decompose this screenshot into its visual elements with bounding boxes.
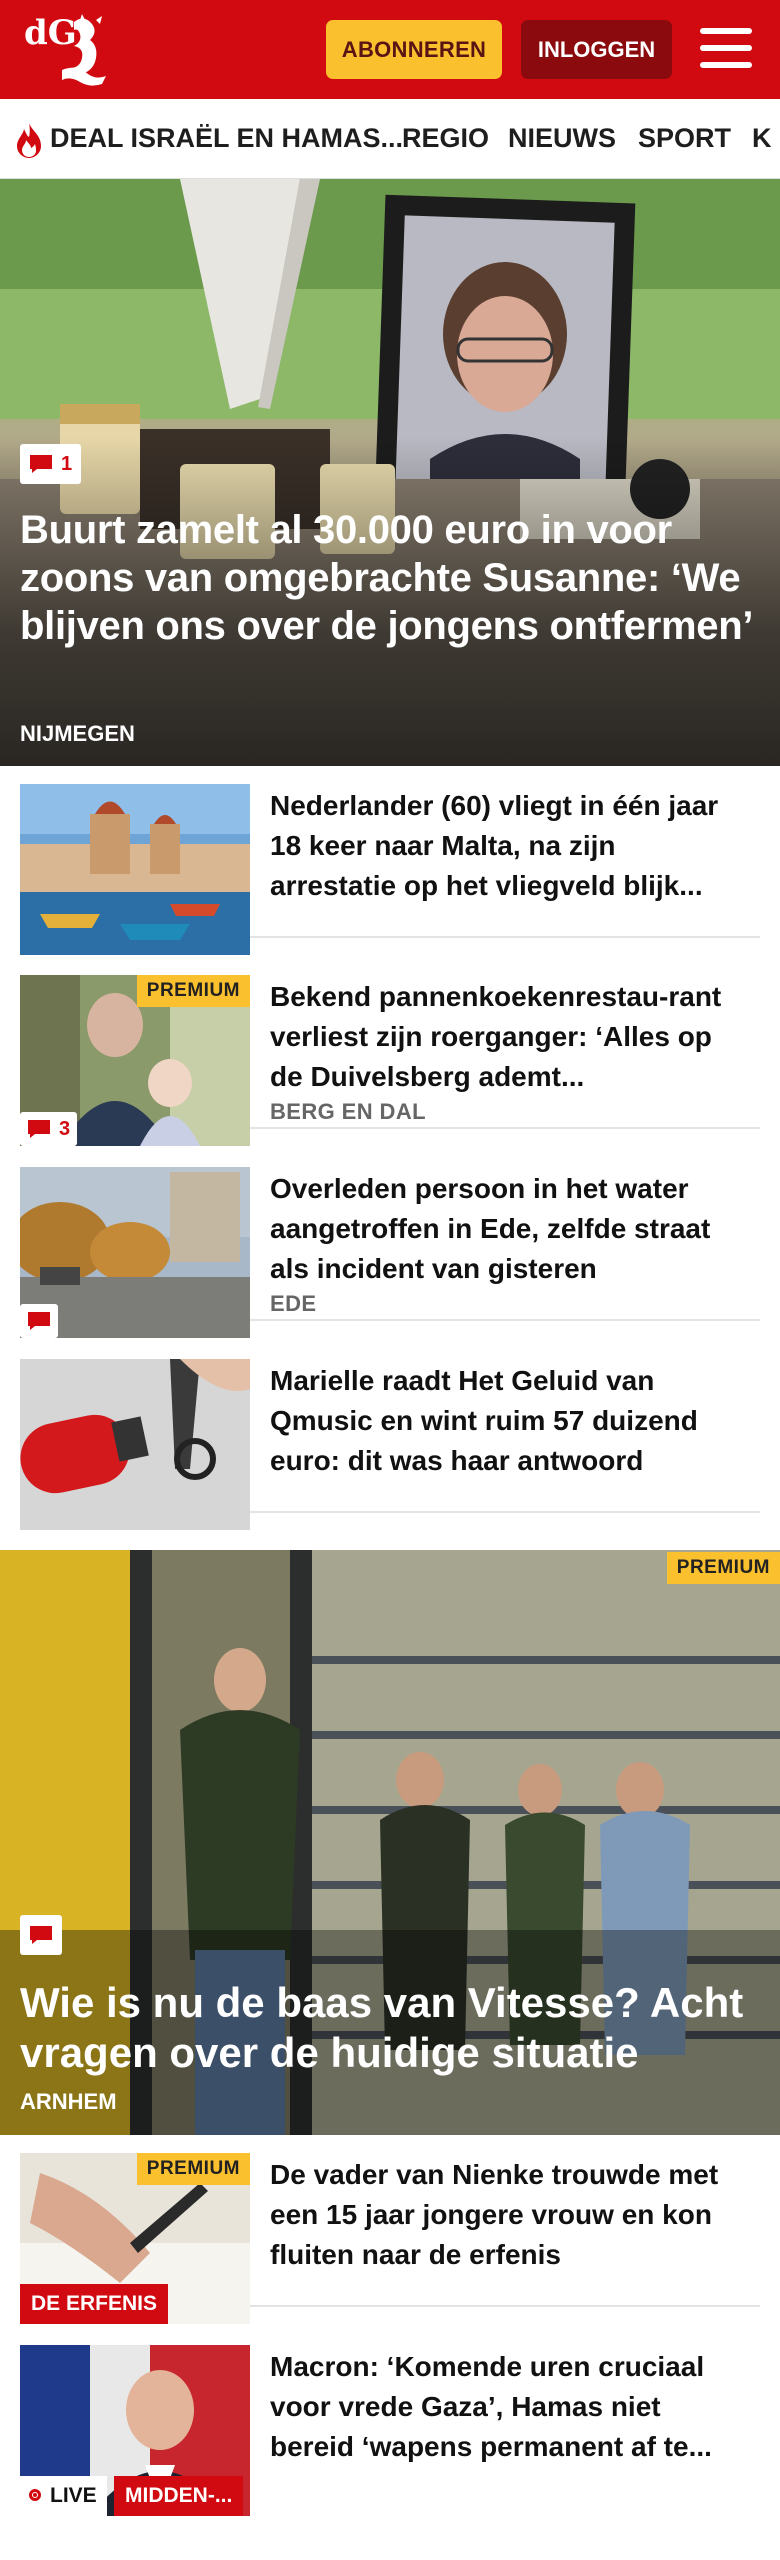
live-badge: LIVE (20, 2476, 107, 2516)
article-location: EDE (270, 1291, 317, 1316)
article-headline[interactable]: Bekend pannenkoekenrestau-rant verliest … (270, 977, 740, 1097)
article-headline[interactable]: De vader van Nienke trouwde met een 15 j… (270, 2155, 740, 2275)
article-headline[interactable]: Overleden persoon in het water aangetrof… (270, 1169, 740, 1289)
article-headline[interactable]: Macron: ‘Komende uren cruciaal voor vred… (270, 2347, 740, 2467)
comment-icon (28, 1312, 50, 1330)
nav-item-deal-israel[interactable]: DEAL ISRAËL EN HAMAS... (50, 123, 403, 154)
section-nav: DEAL ISRAËL EN HAMAS... REGIO NIEUWS SPO… (0, 99, 780, 179)
topic-tag[interactable]: DE ERFENIS (20, 2284, 169, 2324)
comment-count-badge: 3 (20, 1112, 78, 1146)
comment-count-badge (20, 1915, 62, 1955)
login-button[interactable]: INLOGGEN (521, 20, 672, 79)
nav-item-sport[interactable]: SPORT (638, 123, 731, 154)
comment-icon (30, 1926, 52, 1944)
premium-badge: PREMIUM (136, 2153, 250, 2185)
hamburger-menu-icon[interactable] (700, 26, 752, 70)
hero-article[interactable]: 1 Buurt zamelt al 30.000 euro in voor zo… (0, 179, 780, 766)
article-thumbnail (20, 784, 250, 955)
flame-icon (17, 123, 41, 158)
comment-icon (30, 455, 52, 473)
list-item[interactable]: Nederlander (60) vliegt in één jaar 18 k… (20, 766, 760, 955)
nav-item-k[interactable]: K (752, 123, 772, 154)
article-headline[interactable]: Nederlander (60) vliegt in één jaar 18 k… (270, 786, 740, 906)
feature-location: ARNHEM (20, 2089, 117, 2114)
article-thumbnail (20, 1359, 250, 1530)
site-header: dG ABONNEREN INLOGGEN (0, 0, 780, 99)
article-headline[interactable]: Marielle raadt Het Geluid van Qmusic en … (270, 1361, 740, 1481)
article-list-2: PREMIUM DE ERFENIS De vader van Nienke t… (0, 2135, 780, 2560)
list-item[interactable]: LIVE MIDDEN-... Macron: ‘Komende uren cr… (20, 2327, 760, 2516)
article-thumbnail (20, 1167, 250, 1338)
premium-badge: PREMIUM (666, 1552, 780, 1584)
article-list: Nederlander (60) vliegt in één jaar 18 k… (0, 766, 780, 1550)
hero-headline[interactable]: Buurt zamelt al 30.000 euro in voor zoon… (20, 506, 760, 650)
article-thumbnail: PREMIUM 3 (20, 975, 250, 1146)
article-location: BERG EN DAL (270, 1099, 426, 1124)
comment-count-badge: 1 (20, 444, 82, 484)
comment-count-badge (20, 1304, 58, 1338)
subscribe-button[interactable]: ABONNEREN (326, 20, 502, 79)
comment-icon (28, 1120, 50, 1138)
topic-tag[interactable]: MIDDEN-... (114, 2476, 244, 2516)
premium-badge: PREMIUM (136, 975, 250, 1007)
hero-location: NIJMEGEN (20, 721, 135, 746)
feature-headline[interactable]: Wie is nu de baas van Vitesse? Acht vrag… (20, 1978, 760, 2078)
nav-item-nieuws[interactable]: NIEUWS (508, 123, 616, 154)
article-thumbnail: LIVE MIDDEN-... (20, 2345, 250, 2516)
feature-article[interactable]: PREMIUM Wie is nu de baas van Vitesse? A… (0, 1550, 780, 2135)
svg-text:dG: dG (24, 13, 77, 53)
list-item[interactable]: Marielle raadt Het Geluid van Qmusic en … (20, 1341, 760, 1530)
nav-item-regio[interactable]: REGIO (402, 123, 489, 154)
list-item[interactable]: PREMIUM 3 Bekend pannenkoekenrestau-rant… (20, 957, 760, 1146)
article-thumbnail: PREMIUM DE ERFENIS (20, 2153, 250, 2324)
site-logo[interactable]: dG (22, 12, 114, 88)
list-item[interactable]: PREMIUM DE ERFENIS De vader van Nienke t… (20, 2135, 760, 2324)
list-item[interactable]: Overleden persoon in het water aangetrof… (20, 1149, 760, 1338)
